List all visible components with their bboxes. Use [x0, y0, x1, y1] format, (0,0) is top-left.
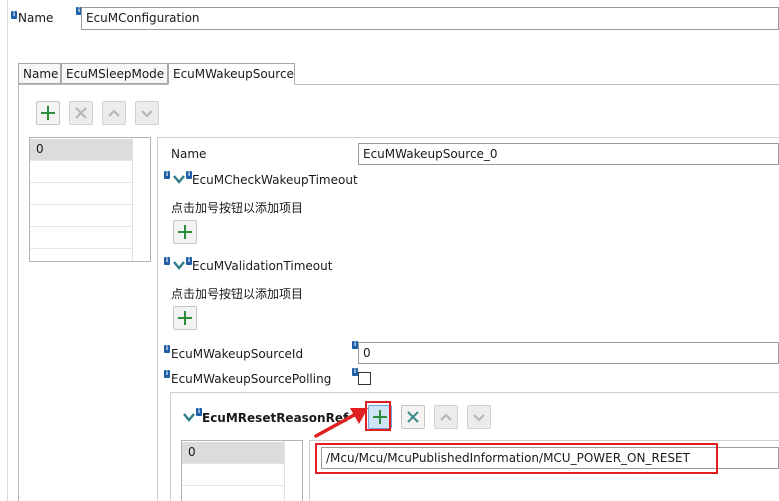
top-name-field[interactable]: EcuMConfiguration: [81, 7, 779, 30]
left-margin-line: [7, 0, 8, 501]
wakeup-source-id-label: EcuMWakeupSourceId: [171, 347, 304, 361]
chevron-down-icon[interactable]: [183, 412, 195, 422]
list-row-empty: [30, 183, 132, 205]
wakeup-source-list[interactable]: 0: [29, 137, 151, 262]
move-down-reset-reason-button[interactable]: [467, 405, 491, 429]
add-button[interactable]: [36, 101, 60, 125]
remove-button[interactable]: [69, 101, 93, 125]
move-up-button[interactable]: [102, 101, 126, 125]
wakeup-source-polling-label: EcuMWakeupSourcePolling: [171, 372, 332, 386]
info-icon: i: [164, 370, 170, 378]
list-scroll-column[interactable]: [284, 441, 302, 501]
tab-ecum-sleep-mode[interactable]: EcuMSleepMode: [61, 63, 168, 84]
wakeup-source-polling-checkbox[interactable]: [358, 372, 371, 385]
list-item[interactable]: 0: [30, 139, 132, 161]
list-row-empty: [30, 227, 132, 249]
add-icon: [178, 311, 192, 325]
add-validation-timeout-button[interactable]: [173, 306, 197, 330]
validation-timeout-hint: 点击加号按钮以添加项目: [171, 287, 304, 301]
move-down-button[interactable]: [135, 101, 159, 125]
list-row-empty: [30, 161, 132, 183]
check-wakeup-timeout-label: EcuMCheckWakeupTimeout: [192, 173, 358, 187]
move-up-reset-reason-button[interactable]: [434, 405, 458, 429]
ref-field-highlight: [315, 443, 718, 474]
move-down-icon: [473, 414, 485, 422]
tab-ecum-wakeup-source[interactable]: EcuMWakeupSource: [168, 63, 295, 85]
list-item[interactable]: 0: [182, 442, 284, 464]
tab-name[interactable]: Name: [18, 63, 61, 84]
validation-timeout-label: EcuMValidationTimeout: [192, 259, 333, 273]
annotation-arrow-icon: [314, 408, 368, 438]
info-icon: i: [164, 345, 170, 353]
add-icon: [41, 106, 55, 120]
top-name-label: Name: [18, 11, 54, 25]
list-row-empty: [30, 205, 132, 227]
add-check-timeout-button[interactable]: [173, 220, 197, 244]
info-icon: i: [11, 11, 17, 19]
list-row-empty: [182, 464, 284, 486]
remove-icon: [75, 107, 87, 119]
list-row-empty: [182, 486, 284, 501]
move-up-icon: [108, 109, 120, 117]
add-icon: [178, 225, 192, 239]
move-up-icon: [440, 413, 452, 421]
list-scroll-column[interactable]: [132, 138, 150, 261]
chevron-down-icon[interactable]: [173, 174, 185, 184]
remove-icon: [407, 411, 419, 423]
remove-reset-reason-button[interactable]: [401, 405, 425, 429]
source-name-field[interactable]: EcuMWakeupSource_0: [358, 143, 779, 165]
info-icon: i: [164, 171, 170, 179]
check-wakeup-timeout-hint: 点击加号按钮以添加项目: [171, 201, 304, 215]
chevron-down-icon[interactable]: [173, 260, 185, 270]
reset-reason-list[interactable]: 0: [181, 440, 303, 501]
move-down-icon: [141, 110, 153, 118]
info-icon: i: [164, 257, 170, 265]
wakeup-source-id-field[interactable]: 0: [358, 342, 779, 364]
source-name-label: Name: [171, 147, 207, 161]
